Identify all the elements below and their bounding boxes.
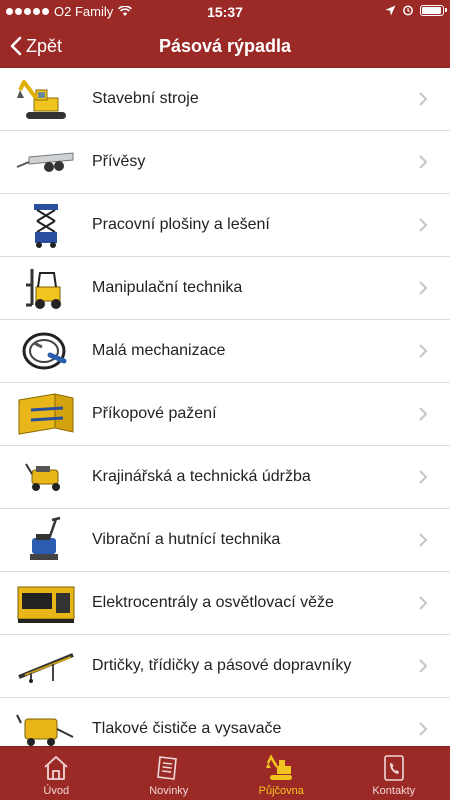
status-right [385, 4, 447, 16]
generator-icon [14, 578, 78, 628]
list-item-small-mechanization[interactable]: Malá mechanizace [0, 320, 450, 383]
chevron-right-icon [419, 155, 428, 169]
list-item-label: Pracovní plošiny a lešení [92, 216, 270, 233]
tab-contacts[interactable]: Kontakty [338, 747, 450, 800]
excavator-icon [266, 753, 296, 783]
page-title: Pásová rýpadla [158, 36, 292, 56]
list-item-handling-equipment[interactable]: Manipulační technika [0, 257, 450, 320]
status-bar: O2 Family 15:37 [0, 0, 450, 24]
chevron-right-icon [419, 533, 428, 547]
back-label: Zpět [26, 35, 63, 56]
list-item-label: Příkopové pažení [92, 405, 217, 422]
trailer-icon [14, 137, 78, 187]
chevron-right-icon [419, 722, 428, 736]
list-item-vibration-compaction[interactable]: Vibrační a hutnící technika [0, 509, 450, 572]
list-item-label: Tlakové čističe a vysavače [92, 720, 282, 737]
list-item-label: Elektrocentrály a osvětlovací věže [92, 594, 334, 611]
list-item-trailers[interactable]: Přívěsy [0, 131, 450, 194]
list-item-label: Přívěsy [92, 153, 146, 170]
list-item-label: Vibrační a hutnící technika [92, 531, 281, 548]
list-item-generators-lighting[interactable]: Elektrocentrály a osvětlovací věže [0, 572, 450, 635]
chevron-right-icon [419, 407, 428, 421]
list-item-label: Malá mechanizace [92, 342, 226, 359]
location-arrow-icon [385, 5, 396, 15]
list-item-crushers-conveyors[interactable]: Drtičky, třídičky a pásové dopravníky [0, 635, 450, 698]
home-icon [41, 753, 71, 783]
plate-compactor-icon [14, 515, 78, 565]
list-item-landscaping-maintenance[interactable]: Krajinářská a technická údržba [0, 446, 450, 509]
list-item-label: Stavební stroje [92, 90, 199, 107]
news-icon [154, 753, 184, 783]
mower-icon [14, 452, 78, 502]
alarm-clock-icon [403, 5, 413, 16]
chevron-right-icon [419, 659, 428, 673]
tab-label: Úvod [43, 785, 70, 797]
trench-shoring-icon [14, 389, 78, 439]
scissor-lift-icon [14, 200, 78, 250]
battery-icon [420, 4, 447, 16]
chevron-right-icon [419, 92, 428, 106]
chevron-right-icon [419, 218, 428, 232]
list-item-trench-shoring[interactable]: Příkopové pažení [0, 383, 450, 446]
navigation-bar: Zpět Pásová rýpadla [0, 24, 450, 68]
tab-home[interactable]: Úvod [0, 747, 113, 800]
chevron-right-icon [419, 281, 428, 295]
list-item-label: Krajinářská a technická údržba [92, 468, 311, 485]
phone-icon [379, 753, 409, 783]
chevron-right-icon [419, 470, 428, 484]
list-item-label: Manipulační technika [92, 279, 243, 296]
list-item-pressure-washers[interactable]: Tlakové čističe a vysavače [0, 698, 450, 746]
tab-bar: Úvod Novinky Půjčovna Kontakty [0, 746, 450, 800]
status-time: 15:37 [207, 4, 243, 20]
back-button[interactable]: Zpět [10, 24, 62, 68]
list-item-work-platforms[interactable]: Pracovní plošiny a lešení [0, 194, 450, 257]
cable-reel-icon [14, 326, 78, 376]
chevron-right-icon [419, 344, 428, 358]
forklift-icon [14, 263, 78, 313]
tab-label: Novinky [149, 785, 189, 797]
chevron-left-icon [10, 36, 22, 56]
pressure-washer-icon [14, 704, 78, 746]
conveyor-icon [14, 641, 78, 691]
tab-label: Kontakty [372, 785, 416, 797]
excavator-icon [14, 74, 78, 124]
tab-news[interactable]: Novinky [113, 747, 226, 800]
list-item-construction-machines[interactable]: Stavební stroje [0, 68, 450, 131]
category-list: Stavební stroje Přívěsy Pracovní plošiny… [0, 68, 450, 746]
tab-rental[interactable]: Půjčovna [225, 747, 338, 800]
tab-label: Půjčovna [258, 785, 304, 797]
chevron-right-icon [419, 596, 428, 610]
list-item-label: Drtičky, třídičky a pásové dopravníky [92, 657, 352, 674]
